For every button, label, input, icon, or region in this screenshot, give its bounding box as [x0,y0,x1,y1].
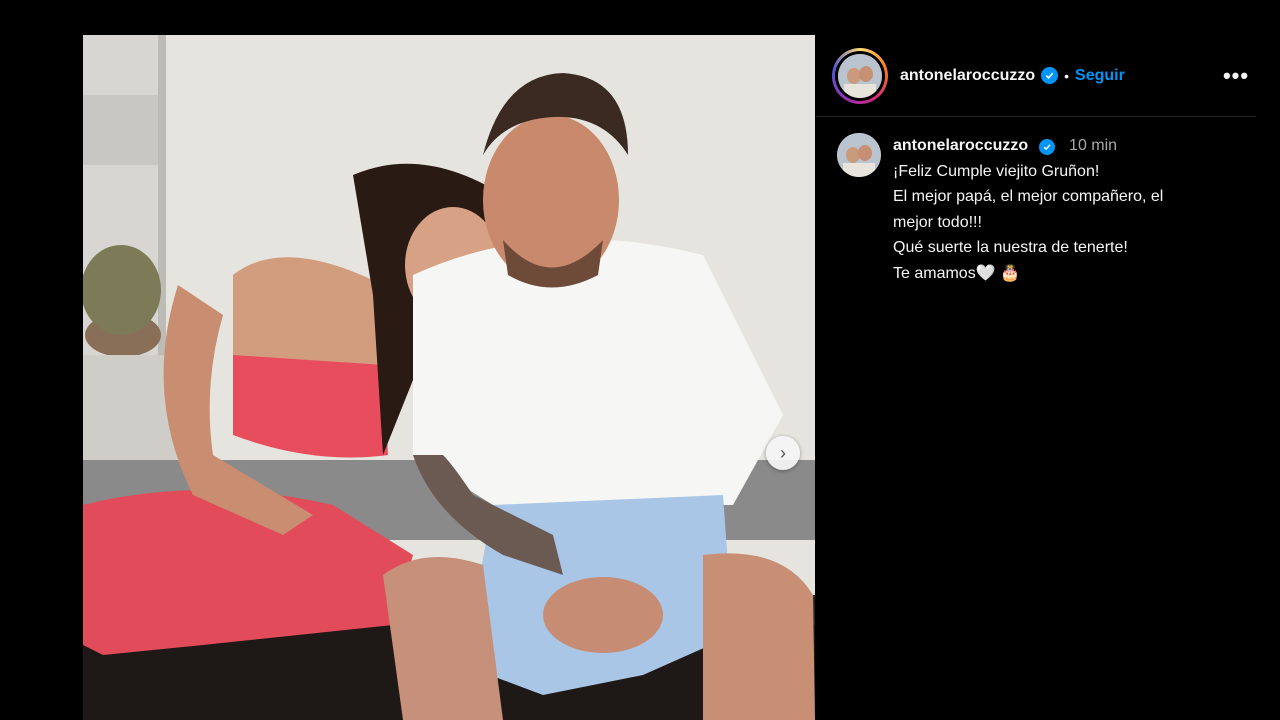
verified-badge-icon [1038,139,1055,155]
caption-avatar-image [837,133,881,177]
story-ring[interactable] [832,47,888,104]
post-photo-illustration [83,35,815,720]
post-photo[interactable] [83,35,815,720]
caption-line: El mejor papá, el mejor compañero, el [893,188,1164,205]
avatar-image [838,53,882,98]
post-header: antonelaroccuzzo • Seguir ••• [816,35,1256,117]
avatar[interactable] [838,53,882,98]
verified-badge-icon [1041,67,1059,84]
caption-avatar[interactable] [837,133,881,177]
header-username[interactable]: antonelaroccuzzo [900,67,1035,85]
more-options-icon[interactable]: ••• [1216,63,1256,89]
next-photo-button[interactable]: › [766,436,800,470]
caption-line: ¡Feliz Cumple viejito Gruñon! [893,162,1100,180]
caption-body: antonelaroccuzzo 10 min ¡Feliz Cumple vi… [893,133,1163,286]
caption-username[interactable]: antonelaroccuzzo [893,137,1028,154]
caption-meta: antonelaroccuzzo 10 min [893,133,1163,159]
post-side-panel: antonelaroccuzzo • Seguir ••• antonelaro… [816,35,1256,720]
caption-line: Qué suerte la nuestra de tenerte! [893,239,1128,256]
caption-line: mejor todo!!! [893,213,982,231]
caption: antonelaroccuzzo 10 min ¡Feliz Cumple vi… [816,117,1256,286]
caption-timestamp[interactable]: 10 min [1069,137,1117,154]
chevron-right-icon: › [780,442,786,463]
separator-dot: • [1064,67,1070,84]
caption-line: Te amamos🤍 🎂 [893,264,1020,282]
follow-button[interactable]: Seguir [1075,67,1125,85]
